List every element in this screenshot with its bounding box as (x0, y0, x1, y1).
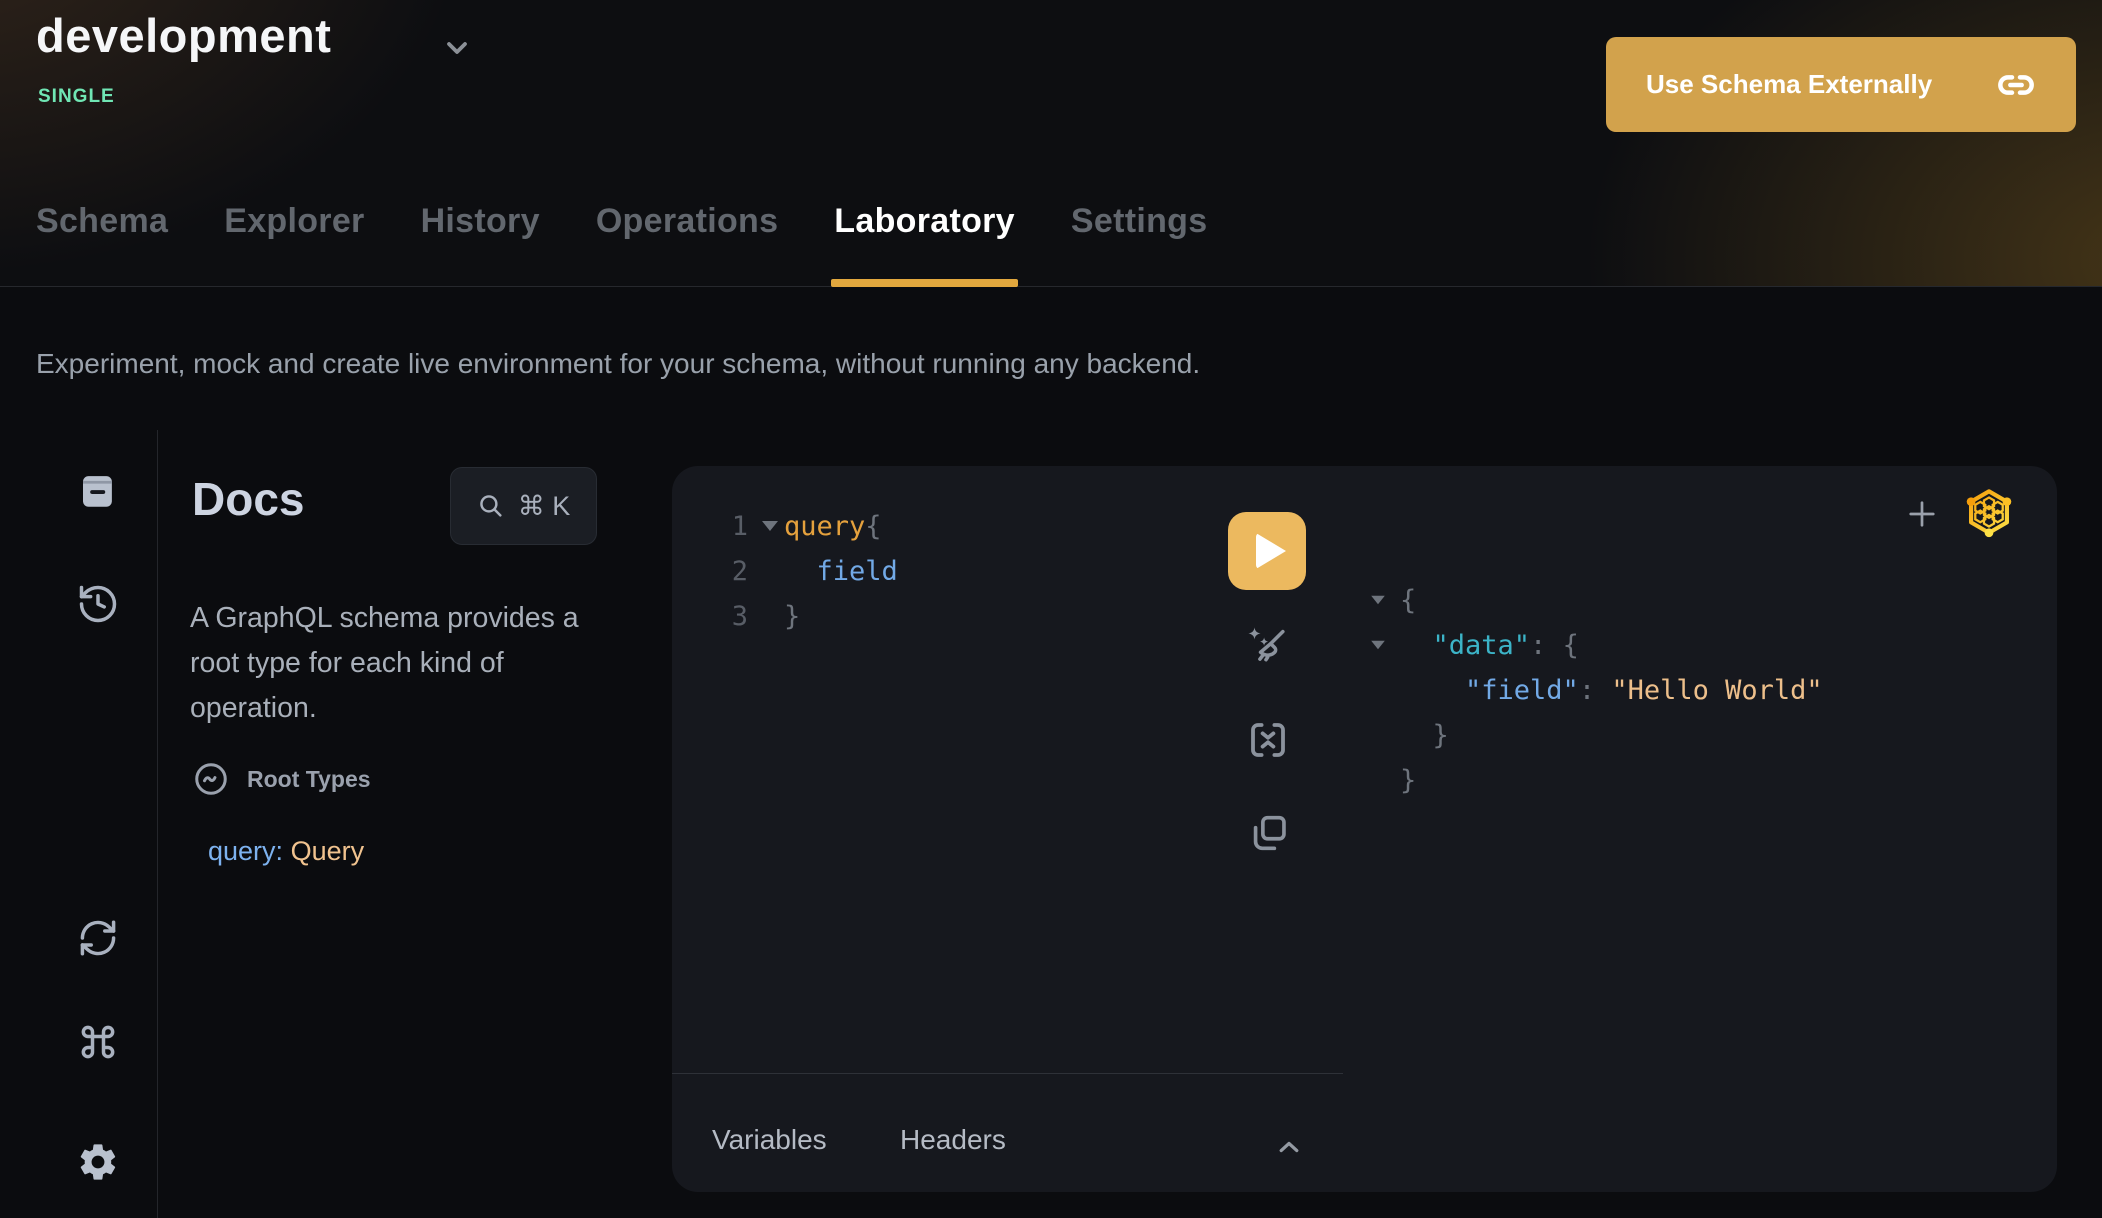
root-types-icon (192, 760, 230, 798)
variables-tab[interactable]: Variables (712, 1124, 827, 1156)
root-query-link[interactable]: query: Query (208, 836, 364, 867)
tab-schema[interactable]: Schema (36, 202, 168, 287)
page-subtitle: Experiment, mock and create live environ… (36, 348, 1200, 380)
data-key: "data" (1400, 630, 1530, 661)
response-line-5: } (1370, 758, 1823, 803)
command-icon[interactable] (76, 1020, 120, 1064)
search-shortcut: ⌘ K (518, 491, 571, 522)
editor-footer-divider (672, 1073, 1343, 1074)
link-icon (1996, 65, 2036, 105)
hive-logo-icon[interactable] (1960, 482, 2018, 540)
sidebar-divider (157, 430, 158, 1218)
refresh-icon[interactable] (76, 916, 120, 960)
field-token: field (784, 549, 898, 594)
nav-tabs: Schema Explorer History Operations Labor… (36, 202, 1207, 287)
root-query-name: query (208, 836, 276, 866)
headers-tab[interactable]: Headers (900, 1124, 1006, 1156)
copy-icon[interactable] (1246, 810, 1292, 856)
editor-line-2[interactable]: 2 field (712, 549, 898, 594)
fold-marker[interactable] (1371, 641, 1385, 650)
response-viewer: { "data": { "field": "Hello World" } } (1370, 578, 1823, 803)
chevron-down-icon[interactable] (441, 32, 473, 64)
status-badge: SINGLE (38, 86, 115, 108)
field-key: "field" (1400, 675, 1579, 706)
project-title: development (36, 8, 331, 63)
editor-line-1[interactable]: 1 query{ (712, 504, 882, 549)
fold-marker[interactable] (1371, 596, 1385, 605)
use-schema-externally-label: Use Schema Externally (1646, 69, 1932, 100)
merge-fragments-icon[interactable] (1244, 716, 1292, 764)
history-icon[interactable] (76, 582, 120, 626)
tab-operations[interactable]: Operations (596, 202, 778, 287)
response-line-2: "data": { (1370, 623, 1823, 668)
line-number: 2 (712, 549, 748, 594)
root-types-section: Root Types (192, 760, 371, 798)
settings-gear-icon[interactable] (76, 1140, 120, 1184)
tab-laboratory[interactable]: Laboratory (834, 202, 1015, 287)
prettify-icon[interactable] (1242, 622, 1292, 672)
search-button[interactable]: ⌘ K (450, 467, 597, 545)
add-tab-icon[interactable] (1904, 496, 1940, 532)
tab-explorer[interactable]: Explorer (224, 202, 364, 287)
response-line-1: { (1370, 578, 1823, 623)
tab-settings[interactable]: Settings (1071, 202, 1208, 287)
line-number: 1 (712, 504, 748, 549)
root-types-label: Root Types (247, 766, 371, 793)
docs-heading: Docs (192, 472, 304, 526)
root-query-type[interactable]: Query (291, 836, 365, 866)
tab-history[interactable]: History (421, 202, 540, 287)
response-line-3: "field": "Hello World" (1370, 668, 1823, 713)
query-keyword: query (784, 511, 865, 542)
response-line-4: } (1370, 713, 1823, 758)
use-schema-externally-button[interactable]: Use Schema Externally (1606, 37, 2076, 132)
fold-marker[interactable] (762, 521, 778, 531)
execute-query-button[interactable] (1228, 512, 1306, 590)
search-icon (477, 492, 505, 520)
docs-icon[interactable] (76, 470, 118, 512)
play-icon (1256, 533, 1286, 569)
chevron-up-icon[interactable] (1272, 1130, 1306, 1164)
editor-line-3[interactable]: 3 } (712, 594, 800, 639)
field-value: "Hello World" (1611, 675, 1822, 706)
laboratory-panel: 1 query{ 2 field 3 } (672, 466, 2057, 1192)
docs-description: A GraphQL schema provides a root type fo… (190, 596, 626, 731)
page-header: development SINGLE Use Schema Externally… (0, 0, 2102, 287)
line-number: 3 (712, 594, 748, 639)
